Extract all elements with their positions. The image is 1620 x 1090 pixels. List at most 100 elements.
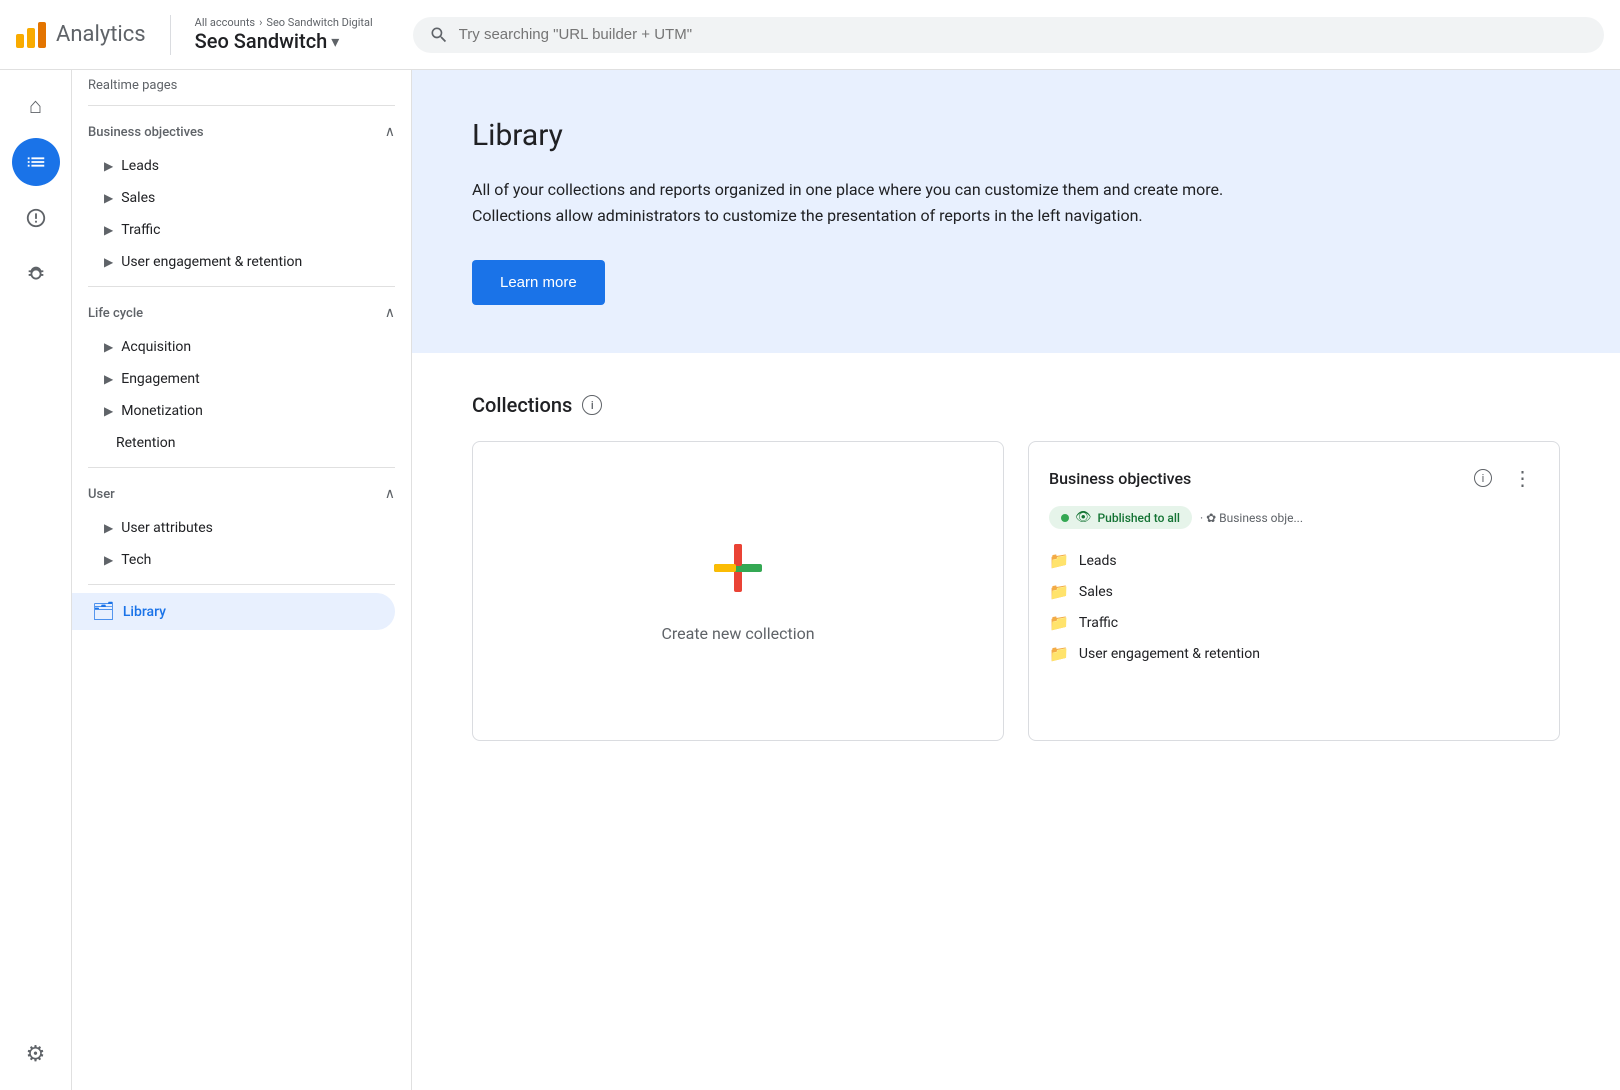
sales-label: Sales [121,190,155,206]
topbar-divider [170,15,171,55]
bar1 [16,34,24,48]
card-info-button[interactable]: i [1467,462,1499,494]
divider-3 [88,467,395,468]
card-info-icon: i [1474,469,1492,487]
bar2 [27,28,35,48]
tech-caret-icon: ▶ [104,553,113,567]
create-collection-label: Create new collection [661,624,814,643]
breadcrumb-arrow: › [259,16,262,29]
monetization-label: Monetization [121,403,203,419]
published-badge: 👁 Published to all [1049,506,1192,529]
collections-grid: Create new collection Business objective… [472,441,1560,741]
account-selector[interactable]: Seo Sandwitch ▾ [195,29,373,53]
section-business-objectives[interactable]: Business objectives ∧ [72,114,411,150]
traffic-caret-icon: ▶ [104,223,113,237]
explore-nav-btn[interactable] [12,194,60,242]
folder-icon-leads: 📁 [1049,551,1069,570]
list-item: 📁 User engagement & retention [1049,638,1539,669]
bar3 [38,22,46,48]
user-attributes-label: User attributes [121,520,213,536]
acquisition-label: Acquisition [121,339,191,355]
breadcrumb: All accounts › Seo Sandwitch Digital [195,16,373,29]
topbar: Analytics All accounts › Seo Sandwitch D… [0,0,1620,70]
user-engagement-label: User engagement & retention [121,254,302,270]
breadcrumb-account: Seo Sandwitch Digital [266,16,372,29]
library-banner: Library All of your collections and repo… [412,70,1620,353]
nav-acquisition[interactable]: ▶ Acquisition [72,331,395,363]
advertising-icon [25,263,47,285]
collections-title: Collections [472,393,572,417]
section-user-chevron: ∧ [385,486,395,502]
logo-icon [16,22,46,48]
nav-sales[interactable]: ▶ Sales [72,182,395,214]
tech-label: Tech [121,552,151,568]
app-title: Analytics [56,22,146,47]
create-collection-card[interactable]: Create new collection [472,441,1004,741]
breadcrumb-all[interactable]: All accounts [195,16,255,29]
user-attributes-caret-icon: ▶ [104,521,113,535]
published-badge-label: Published to all [1098,511,1180,525]
realtime-pages-label[interactable]: Realtime pages [72,70,411,97]
nav-engagement[interactable]: ▶ Engagement [72,363,395,395]
content-area: Library All of your collections and repo… [412,70,1620,1090]
collections-area: Collections i Create new collection [412,353,1620,781]
account-name-text: Seo Sandwitch [195,29,328,53]
nav-user-engagement[interactable]: ▶ User engagement & retention [72,246,395,278]
card-more-button[interactable]: ⋮ [1507,462,1539,494]
folder-icon-sales: 📁 [1049,582,1069,601]
folder-icon-user-engagement: 📁 [1049,644,1069,663]
card-more-icon: ⋮ [1513,466,1534,490]
list-item: 📁 Traffic [1049,607,1539,638]
list-item-user-engagement: User engagement & retention [1079,646,1260,662]
traffic-label: Traffic [121,222,160,238]
reports-nav-btn[interactable] [12,138,60,186]
search-input[interactable] [459,26,1588,43]
list-item: 📁 Sales [1049,576,1539,607]
settings-btn[interactable]: ⚙ [12,1030,60,1078]
sales-caret-icon: ▶ [104,191,113,205]
nav-tech[interactable]: ▶ Tech [72,544,395,576]
library-title: Library [472,118,1560,153]
section-business-objectives-label: Business objectives [88,125,204,140]
card-header: Business objectives i ⋮ [1049,462,1539,494]
nav-library[interactable]: 🗂 Library [72,593,395,630]
plus-icon [710,540,766,608]
badge-eye-icon: 👁 [1075,510,1092,525]
nav-retention[interactable]: Retention [72,427,395,459]
nav-monetization[interactable]: ▶ Monetization [72,395,395,427]
logo-area: Analytics [16,22,146,48]
icon-sidebar: ⌂ ⚙ [0,70,72,1090]
collections-info-icon[interactable]: i [582,395,602,415]
nav-leads[interactable]: ▶ Leads [72,150,395,182]
nav-traffic[interactable]: ▶ Traffic [72,214,395,246]
list-item-traffic: Traffic [1079,615,1118,631]
nav-user-attributes[interactable]: ▶ User attributes [72,512,395,544]
list-item-sales: Sales [1079,584,1113,600]
section-life-cycle-chevron: ∧ [385,305,395,321]
collections-header: Collections i [472,393,1560,417]
search-icon [429,25,449,45]
monetization-caret-icon: ▶ [104,404,113,418]
engagement-caret-icon: ▶ [104,372,113,386]
business-objectives-card: Business objectives i ⋮ [1028,441,1560,741]
acquisition-caret-icon: ▶ [104,340,113,354]
divider-2 [88,286,395,287]
learn-more-button[interactable]: Learn more [472,260,605,305]
search-bar[interactable] [413,17,1604,53]
section-user[interactable]: User ∧ [72,476,411,512]
reports-icon [25,151,47,173]
leads-label: Leads [121,158,159,174]
advertising-nav-btn[interactable] [12,250,60,298]
explore-icon [25,207,47,229]
card-badges: 👁 Published to all · ✿ Business obje... [1049,506,1303,529]
home-nav-btn[interactable]: ⌂ [12,82,60,130]
user-engagement-caret-icon: ▶ [104,255,113,269]
engagement-label: Engagement [121,371,199,387]
section-life-cycle[interactable]: Life cycle ∧ [72,295,411,331]
list-item-leads: Leads [1079,553,1117,569]
section-life-cycle-label: Life cycle [88,306,143,321]
list-item: 📁 Leads [1049,545,1539,576]
card-title: Business objectives [1049,469,1191,488]
card-actions: i ⋮ [1467,462,1539,494]
account-nav: All accounts › Seo Sandwitch Digital Seo… [195,16,373,53]
